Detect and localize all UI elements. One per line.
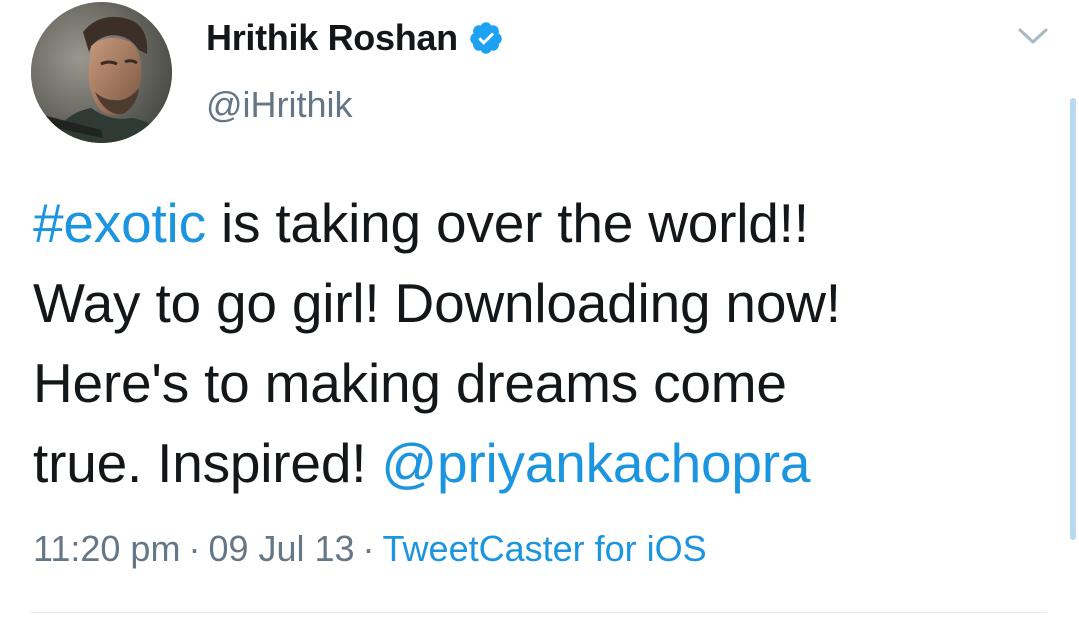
- author-handle[interactable]: @iHrithik: [206, 84, 353, 126]
- tweet-line-1: #exotic is taking over the world!!: [33, 183, 1043, 263]
- author-avatar[interactable]: [31, 2, 172, 143]
- avatar-image: [31, 2, 172, 143]
- tweet-line-4: true. Inspired! @priyankachopra: [33, 423, 1043, 503]
- divider: [31, 612, 1047, 613]
- meta-separator: ·: [188, 528, 201, 569]
- scrollbar[interactable]: [1070, 98, 1076, 540]
- author-display-name[interactable]: Hrithik Roshan: [206, 17, 458, 59]
- tweet-date[interactable]: 09 Jul 13: [208, 528, 354, 569]
- tweet-card: Hrithik Roshan @iHrithik #exotic is taki…: [0, 0, 1079, 620]
- meta-separator: ·: [362, 528, 375, 569]
- tweet-text: #exotic is taking over the world!! Way t…: [33, 183, 1043, 503]
- hashtag-link[interactable]: #exotic: [33, 192, 206, 254]
- tweet-time[interactable]: 11:20 pm: [33, 528, 180, 569]
- tweet-line-4-text: true. Inspired!: [33, 432, 382, 494]
- tweet-line-2: Way to go girl! Downloading now!: [33, 272, 841, 334]
- tweet-meta: 11:20 pm · 09 Jul 13 · TweetCaster for iOS: [33, 528, 707, 570]
- tweet-line-1-text: is taking over the world!!: [205, 192, 809, 254]
- author-name-row: Hrithik Roshan: [206, 14, 504, 62]
- mention-link[interactable]: @priyankachopra: [381, 432, 810, 494]
- tweet-line-3: Here's to making dreams come: [33, 352, 787, 414]
- chevron-down-icon[interactable]: [1016, 24, 1050, 48]
- tweet-source-link[interactable]: TweetCaster for iOS: [383, 528, 707, 569]
- verified-badge-icon: [468, 20, 504, 56]
